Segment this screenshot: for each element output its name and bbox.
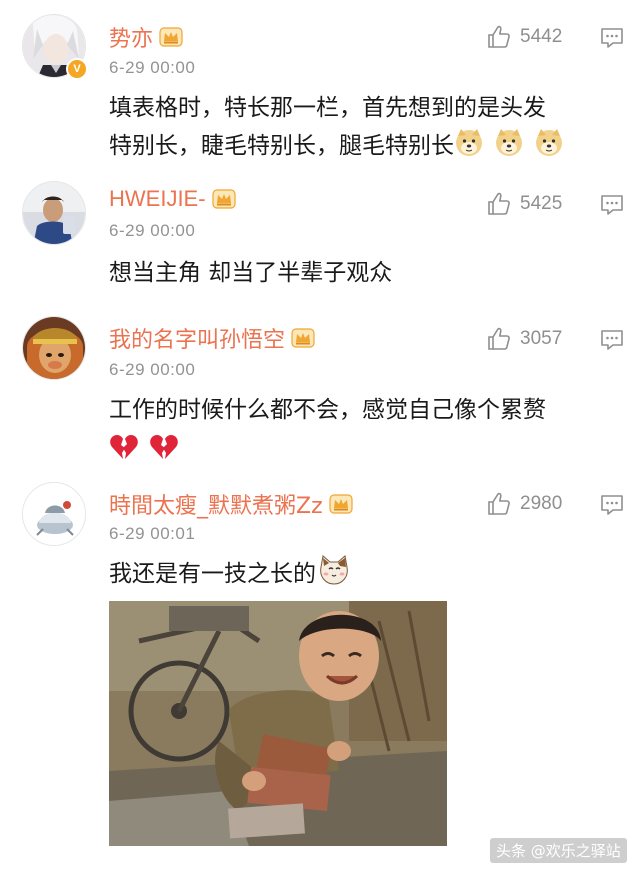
avatar[interactable]	[22, 482, 86, 546]
crown-icon	[212, 189, 236, 209]
username[interactable]: 势亦	[109, 21, 153, 53]
broken-heart-emoji	[109, 433, 139, 461]
like-count: 5425	[520, 193, 563, 214]
like-button[interactable]: 5425	[486, 191, 562, 217]
broken-heart-emoji	[149, 433, 179, 461]
cat-emoji	[318, 555, 350, 585]
comment-text: 填表格时，特长那一栏，首先想到的是头发 特别长，睫毛特别长，腿毛特别长	[109, 89, 619, 165]
like-count: 2980	[520, 493, 563, 514]
thumbs-up-icon	[486, 326, 512, 352]
thumbs-up-icon	[486, 24, 512, 50]
comment-text-line: 填表格时，特长那一栏，首先想到的是头发	[109, 95, 546, 121]
comment-date: 6-29 00:00	[109, 221, 196, 240]
doge-emoji	[494, 127, 524, 157]
comment-date: 6-29 00:01	[109, 524, 196, 543]
doge-emoji	[534, 127, 564, 157]
comment-text: 我还是有一技之长的	[109, 555, 619, 593]
like-button[interactable]: 5442	[486, 24, 562, 50]
verified-icon: V	[66, 58, 88, 80]
comment-text: 工作的时候什么都不会，感觉自己像个累赘	[109, 391, 619, 469]
comment-icon[interactable]	[600, 494, 624, 516]
like-button[interactable]: 2980	[486, 491, 562, 517]
comment-text-line: 工作的时候什么都不会，感觉自己像个累赘	[109, 397, 546, 423]
watermark: 头条 @欢乐之驿站	[490, 838, 627, 863]
thumbs-up-icon	[486, 191, 512, 217]
avatar[interactable]	[22, 316, 86, 380]
comment-text-line: 想当主角 却当了半辈子观众	[109, 260, 393, 286]
comment-icon[interactable]	[600, 194, 624, 216]
comment-text: 想当主角 却当了半辈子观众	[109, 254, 619, 292]
username[interactable]: HWEIJIE-	[109, 186, 206, 212]
comment-icon[interactable]	[600, 329, 624, 351]
username[interactable]: 時間太瘦_默默煮粥Zz	[109, 488, 323, 520]
avatar[interactable]	[22, 181, 86, 245]
like-count: 3057	[520, 328, 563, 349]
like-count: 5442	[520, 26, 563, 47]
comment-text-line: 我还是有一技之长的	[109, 561, 316, 587]
crown-icon	[159, 27, 183, 47]
comment-text-line: 特别长，睫毛特别长，腿毛特别长	[109, 133, 454, 159]
crown-icon	[291, 328, 315, 348]
crown-icon	[329, 494, 353, 514]
username[interactable]: 我的名字叫孙悟空	[109, 322, 285, 354]
comment-date: 6-29 00:00	[109, 58, 196, 77]
attached-photo[interactable]	[109, 601, 447, 846]
comment-icon[interactable]	[600, 27, 624, 49]
like-button[interactable]: 3057	[486, 326, 562, 352]
doge-emoji	[454, 127, 484, 157]
comment-date: 6-29 00:00	[109, 360, 196, 379]
thumbs-up-icon	[486, 491, 512, 517]
